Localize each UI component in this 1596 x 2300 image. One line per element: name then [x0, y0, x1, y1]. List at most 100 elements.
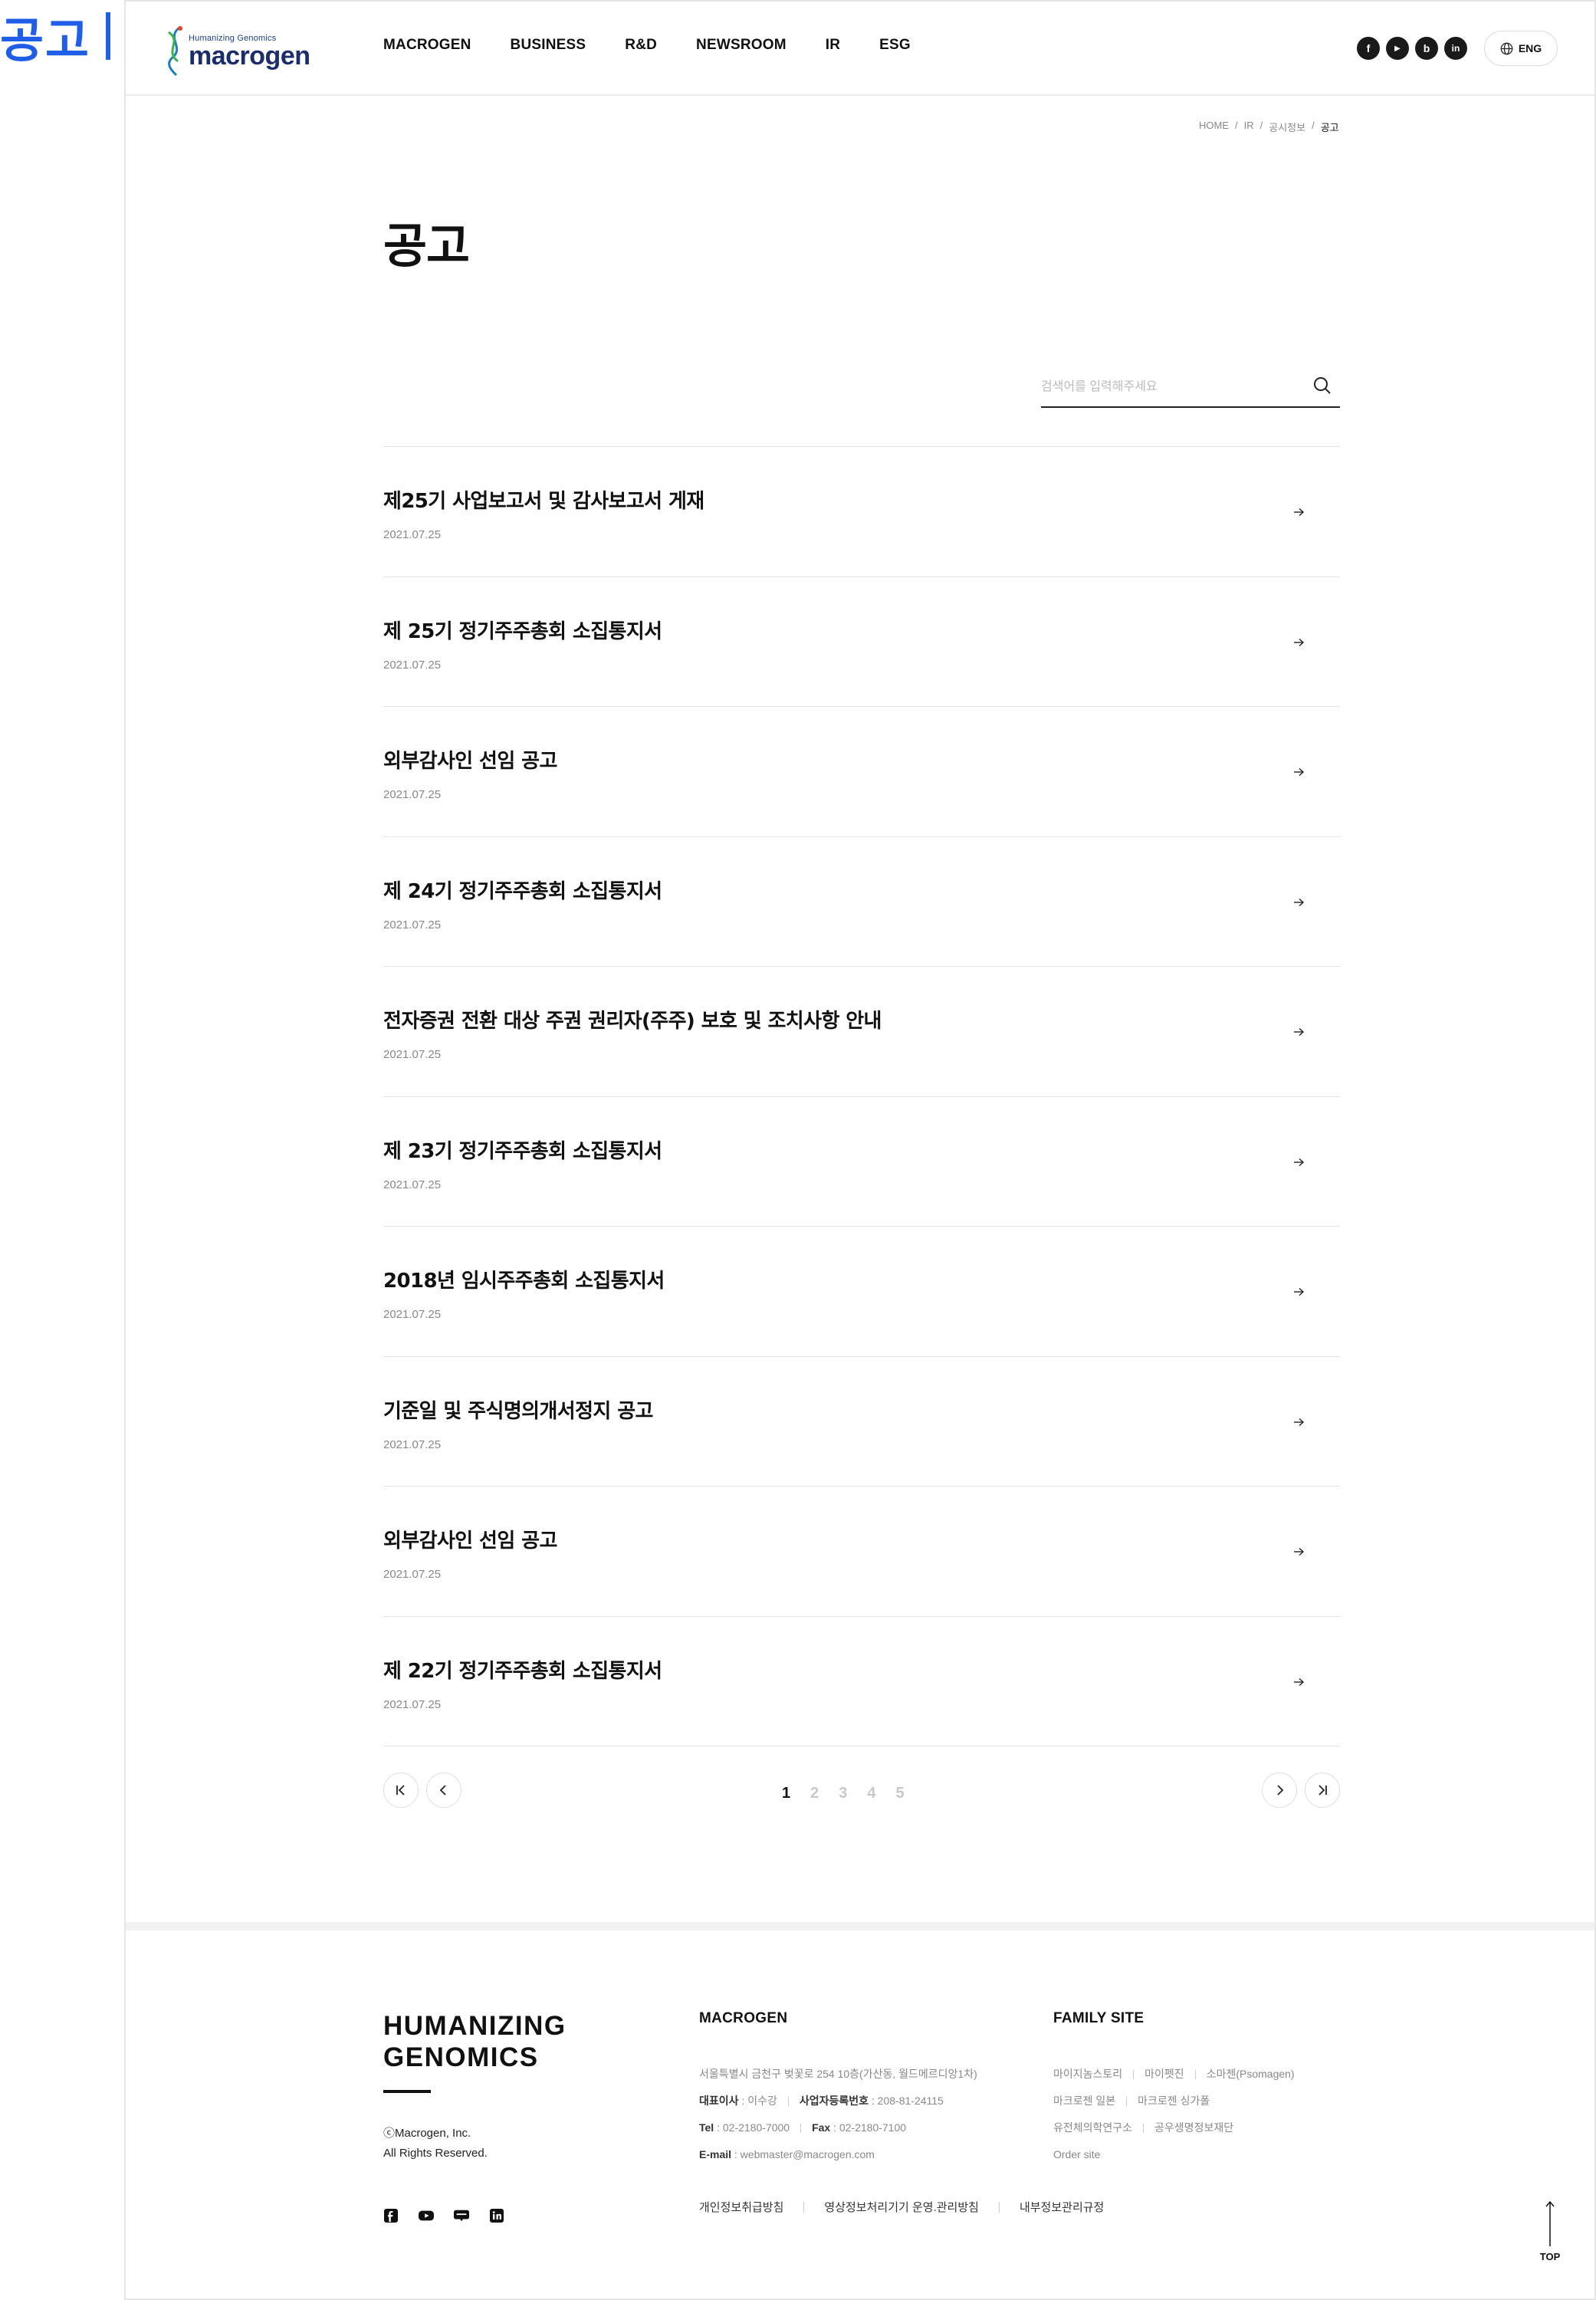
linkedin-icon[interactable] — [489, 2208, 504, 2223]
facebook-icon[interactable] — [383, 2208, 399, 2223]
globe-icon — [1500, 42, 1513, 54]
site-footer: HUMANIZING GENOMICS ⓒMacrogen, Inc. All … — [126, 1930, 1594, 2298]
last-page-button[interactable] — [1305, 1773, 1340, 1808]
notice-date: 2021.07.25 — [383, 1697, 442, 1711]
notice-date: 2021.07.25 — [383, 1438, 442, 1451]
notice-row[interactable]: 전자증권 전환 대상 주권 권리자(주주) 보호 및 조치사항 안내 2021.0… — [383, 967, 1340, 1097]
arrow-right-icon[interactable] — [1292, 636, 1305, 649]
breadcrumb: HOME / IR / 공시정보 / 공고 — [1199, 120, 1339, 134]
page-5[interactable]: 5 — [896, 1785, 905, 1802]
facebook-icon[interactable]: f — [1357, 37, 1380, 60]
page-title: 공고 — [383, 218, 470, 274]
copyright: ⓒMacrogen, Inc. All Rights Reserved. — [383, 2127, 488, 2160]
first-page-button[interactable] — [383, 1773, 419, 1808]
breadcrumb-home[interactable]: HOME — [1199, 120, 1229, 134]
notice-row[interactable]: 제 23기 정기주주총회 소집통지서 2021.07.25 — [383, 1097, 1340, 1227]
notice-row[interactable]: 기준일 및 주식명의개서정지 공고 2021.07.25 — [383, 1357, 1340, 1487]
notice-date: 2021.07.25 — [383, 788, 442, 801]
side-annotation-label: 공고 — [0, 9, 111, 68]
nav-rnd[interactable]: R&D — [625, 37, 657, 54]
notice-title[interactable]: 제 25기 정기주주총회 소집통지서 — [383, 616, 662, 644]
family-site-link[interactable]: Order site — [1053, 2148, 1100, 2160]
footer-social-links — [383, 2208, 504, 2223]
page-numbers: 1 2 3 4 5 — [782, 1785, 905, 1802]
family-site-link[interactable]: 소마젠(Psomagen) — [1207, 2068, 1295, 2080]
notice-title[interactable]: 제 23기 정기주주총회 소집통지서 — [383, 1135, 662, 1164]
nav-business[interactable]: BUSINESS — [511, 37, 586, 54]
family-site-link[interactable]: 마크로젠 싱가폴 — [1138, 2095, 1210, 2107]
page-3[interactable]: 3 — [839, 1785, 847, 1802]
notice-title[interactable]: 기준일 및 주식명의개서정지 공고 — [383, 1395, 653, 1424]
site-header: Humanizing Genomics macrogen MACROGEN BU… — [126, 2, 1594, 96]
notice-row[interactable]: 2018년 임시주주총회 소집통지서 2021.07.25 — [383, 1227, 1340, 1357]
youtube-icon[interactable]: ▶ — [1386, 37, 1409, 60]
notice-title[interactable]: 제 24기 정기주주총회 소집통지서 — [383, 876, 662, 904]
nav-ir[interactable]: IR — [826, 37, 840, 54]
notice-row[interactable]: 제25기 사업보고서 및 감사보고서 게재 2021.07.25 — [383, 447, 1340, 577]
notice-list: 제25기 사업보고서 및 감사보고서 게재 2021.07.25 제 25기 정기주… — [383, 446, 1340, 1746]
chevron-right-icon — [1277, 1785, 1284, 1796]
arrow-right-icon[interactable] — [1292, 1026, 1305, 1038]
family-site-link[interactable]: 공우생명정보재단 — [1154, 2121, 1233, 2134]
notice-row[interactable]: 제 24기 정기주주총회 소집통지서 2021.07.25 — [383, 837, 1340, 967]
notice-date: 2021.07.25 — [383, 1178, 442, 1191]
internal-info-policy-link[interactable]: 내부정보관리규정 — [1020, 2199, 1104, 2215]
search-input[interactable] — [1041, 376, 1302, 399]
cctv-policy-link[interactable]: 영상정보처리기기 운영.관리방침 — [824, 2199, 979, 2215]
back-to-top-button[interactable]: TOP — [1536, 2200, 1564, 2269]
notice-title[interactable]: 제25기 사업보고서 및 감사보고서 게재 — [383, 485, 704, 514]
page-4[interactable]: 4 — [867, 1785, 875, 1802]
prev-page-button[interactable] — [426, 1773, 461, 1808]
notice-title[interactable]: 2018년 임시주주총회 소집통지서 — [383, 1265, 665, 1293]
arrow-right-icon[interactable] — [1292, 896, 1305, 909]
notice-title[interactable]: 외부감사인 선임 공고 — [383, 1525, 557, 1553]
notice-row[interactable]: 외부감사인 선임 공고 2021.07.25 — [383, 707, 1340, 837]
arrow-right-icon[interactable] — [1292, 1676, 1305, 1688]
policy-links: 개인정보취급방침 영상정보처리기기 운영.관리방침 내부정보관리규정 — [699, 2199, 1104, 2215]
page-2[interactable]: 2 — [810, 1785, 819, 1802]
nav-macrogen[interactable]: MACROGEN — [383, 37, 471, 54]
notice-date: 2021.07.25 — [383, 1308, 442, 1321]
family-sites: 마이지놈스토리 마이펫진 소마젠(Psomagen) 마크로젠 일본 마크로젠 싱가폴… — [1053, 2061, 1295, 2168]
notice-date: 2021.07.25 — [383, 1048, 442, 1061]
first-page-icon — [396, 1785, 405, 1796]
search-icon[interactable] — [1312, 376, 1332, 396]
notice-date: 2021.07.25 — [383, 1568, 442, 1581]
youtube-icon[interactable] — [419, 2208, 434, 2223]
family-site-link[interactable]: 마크로젠 일본 — [1053, 2095, 1115, 2107]
language-button[interactable]: ENG — [1484, 31, 1558, 66]
family-site-link[interactable]: 유전체의학연구소 — [1053, 2121, 1132, 2134]
nav-newsroom[interactable]: NEWSROOM — [696, 37, 787, 54]
arrow-right-icon[interactable] — [1292, 766, 1305, 778]
blog-icon[interactable] — [454, 2208, 469, 2223]
breadcrumb-disclosure[interactable]: 공시정보 — [1269, 120, 1305, 134]
nav-esg[interactable]: ESG — [879, 37, 911, 54]
arrow-up-icon — [1545, 2200, 1555, 2246]
privacy-policy-link[interactable]: 개인정보취급방침 — [699, 2199, 783, 2215]
macrogen-logo[interactable]: Humanizing Genomics macrogen — [163, 25, 310, 78]
arrow-right-icon[interactable] — [1292, 1416, 1305, 1428]
arrow-right-icon[interactable] — [1292, 506, 1305, 518]
linkedin-icon[interactable]: in — [1444, 37, 1467, 60]
header-social-links: f ▶ b in — [1357, 37, 1467, 60]
breadcrumb-ir[interactable]: IR — [1244, 120, 1254, 134]
notice-title[interactable]: 전자증권 전환 대상 주권 권리자(주주) 보호 및 조치사항 안내 — [383, 1005, 882, 1033]
pagination: 1 2 3 4 5 — [383, 1773, 1340, 1809]
arrow-right-icon[interactable] — [1292, 1156, 1305, 1168]
arrow-right-icon[interactable] — [1292, 1546, 1305, 1558]
arrow-right-icon[interactable] — [1292, 1286, 1305, 1298]
page-1[interactable]: 1 — [782, 1785, 790, 1802]
notice-row[interactable]: 제 22기 정기주주총회 소집통지서 2021.07.25 — [383, 1617, 1340, 1746]
blog-icon[interactable]: b — [1415, 37, 1438, 60]
notice-date: 2021.07.25 — [383, 918, 442, 932]
next-page-button[interactable] — [1262, 1773, 1297, 1808]
last-page-icon — [1319, 1785, 1327, 1796]
notice-row[interactable]: 외부감사인 선임 공고 2021.07.25 — [383, 1487, 1340, 1617]
footer-family-heading: FAMILY SITE — [1053, 2010, 1144, 2026]
family-site-link[interactable]: 마이펫진 — [1144, 2068, 1184, 2080]
footer-slogan: HUMANIZING GENOMICS — [383, 2011, 566, 2072]
notice-row[interactable]: 제 25기 정기주주총회 소집통지서 2021.07.25 — [383, 577, 1340, 707]
notice-title[interactable]: 외부감사인 선임 공고 — [383, 745, 557, 774]
family-site-link[interactable]: 마이지놈스토리 — [1053, 2068, 1122, 2080]
notice-title[interactable]: 제 22기 정기주주총회 소집통지서 — [383, 1655, 662, 1684]
